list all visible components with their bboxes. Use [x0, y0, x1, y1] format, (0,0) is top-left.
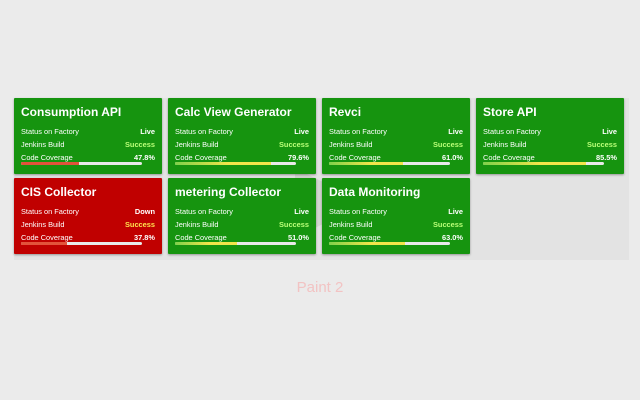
card-title: Data Monitoring [329, 185, 421, 199]
status-label: Status on Factory [21, 207, 79, 216]
service-card[interactable]: metering Collector Status on Factory Liv… [168, 178, 316, 254]
status-value: Live [294, 127, 309, 136]
service-card[interactable]: Data Monitoring Status on Factory Live J… [322, 178, 470, 254]
service-card[interactable]: Store API Status on Factory Live Jenkins… [476, 98, 624, 174]
status-value: Live [140, 127, 155, 136]
status-row: Status on Factory Live [175, 207, 309, 220]
status-row: Status on Factory Live [483, 127, 617, 140]
coverage-bar [175, 242, 296, 245]
coverage-bar-fill [21, 162, 79, 165]
card-title: Consumption API [21, 105, 122, 119]
build-label: Jenkins Build [175, 140, 219, 149]
service-card[interactable]: Revci Status on Factory Live Jenkins Bui… [322, 98, 470, 174]
service-card[interactable]: Calc View Generator Status on Factory Li… [168, 98, 316, 174]
build-row: Jenkins Build Success [175, 140, 309, 153]
coverage-bar-fill [483, 162, 587, 165]
card-title: Revci [329, 105, 362, 119]
build-row: Jenkins Build Success [21, 220, 155, 233]
status-value: Down [134, 207, 155, 216]
coverage-bar-fill [21, 242, 67, 245]
status-row: Status on Factory Live [21, 127, 155, 140]
coverage-bar [175, 162, 296, 165]
status-value: Live [294, 207, 309, 216]
service-card[interactable]: Consumption API Status on Factory Live J… [14, 98, 162, 174]
status-label: Status on Factory [329, 207, 387, 216]
status-value: Live [448, 207, 463, 216]
coverage-bar [483, 162, 604, 165]
build-value: Success [279, 140, 309, 149]
build-label: Jenkins Build [21, 140, 65, 149]
build-label: Jenkins Build [483, 140, 527, 149]
coverage-bar-fill [175, 242, 237, 245]
card-title: Calc View Generator [175, 105, 292, 119]
build-row: Jenkins Build Success [329, 140, 463, 153]
coverage-bar [21, 242, 142, 245]
build-value: Success [279, 220, 309, 229]
status-label: Status on Factory [21, 127, 79, 136]
status-value: Live [448, 127, 463, 136]
build-value: Success [125, 220, 155, 229]
build-value: Success [125, 140, 155, 149]
status-label: Status on Factory [175, 207, 233, 216]
status-value: Live [602, 127, 617, 136]
build-value: Success [587, 140, 617, 149]
coverage-bar [329, 242, 450, 245]
coverage-bar-fill [329, 162, 403, 165]
build-row: Jenkins Build Success [21, 140, 155, 153]
card-title: Store API [483, 105, 537, 119]
build-label: Jenkins Build [329, 220, 373, 229]
build-row: Jenkins Build Success [483, 140, 617, 153]
status-label: Status on Factory [175, 127, 233, 136]
status-row: Status on Factory Live [175, 127, 309, 140]
service-card-grid: Consumption API Status on Factory Live J… [14, 98, 624, 254]
build-label: Jenkins Build [21, 220, 65, 229]
build-value: Success [433, 220, 463, 229]
status-row: Status on Factory Live [329, 207, 463, 220]
build-label: Jenkins Build [329, 140, 373, 149]
build-row: Jenkins Build Success [175, 220, 309, 233]
watermark-text: Paint 2 [296, 279, 344, 296]
card-title: metering Collector [175, 185, 282, 199]
card-title: CIS Collector [21, 185, 97, 199]
service-card[interactable]: CIS Collector Status on Factory Down Jen… [14, 178, 162, 254]
coverage-bar [329, 162, 450, 165]
coverage-bar-fill [175, 162, 272, 165]
build-value: Success [433, 140, 463, 149]
status-row: Status on Factory Live [329, 127, 463, 140]
build-label: Jenkins Build [175, 220, 219, 229]
coverage-bar-fill [329, 242, 406, 245]
build-row: Jenkins Build Success [329, 220, 463, 233]
coverage-bar [21, 162, 142, 165]
status-row: Status on Factory Down [21, 207, 155, 220]
status-label: Status on Factory [329, 127, 387, 136]
status-label: Status on Factory [483, 127, 541, 136]
